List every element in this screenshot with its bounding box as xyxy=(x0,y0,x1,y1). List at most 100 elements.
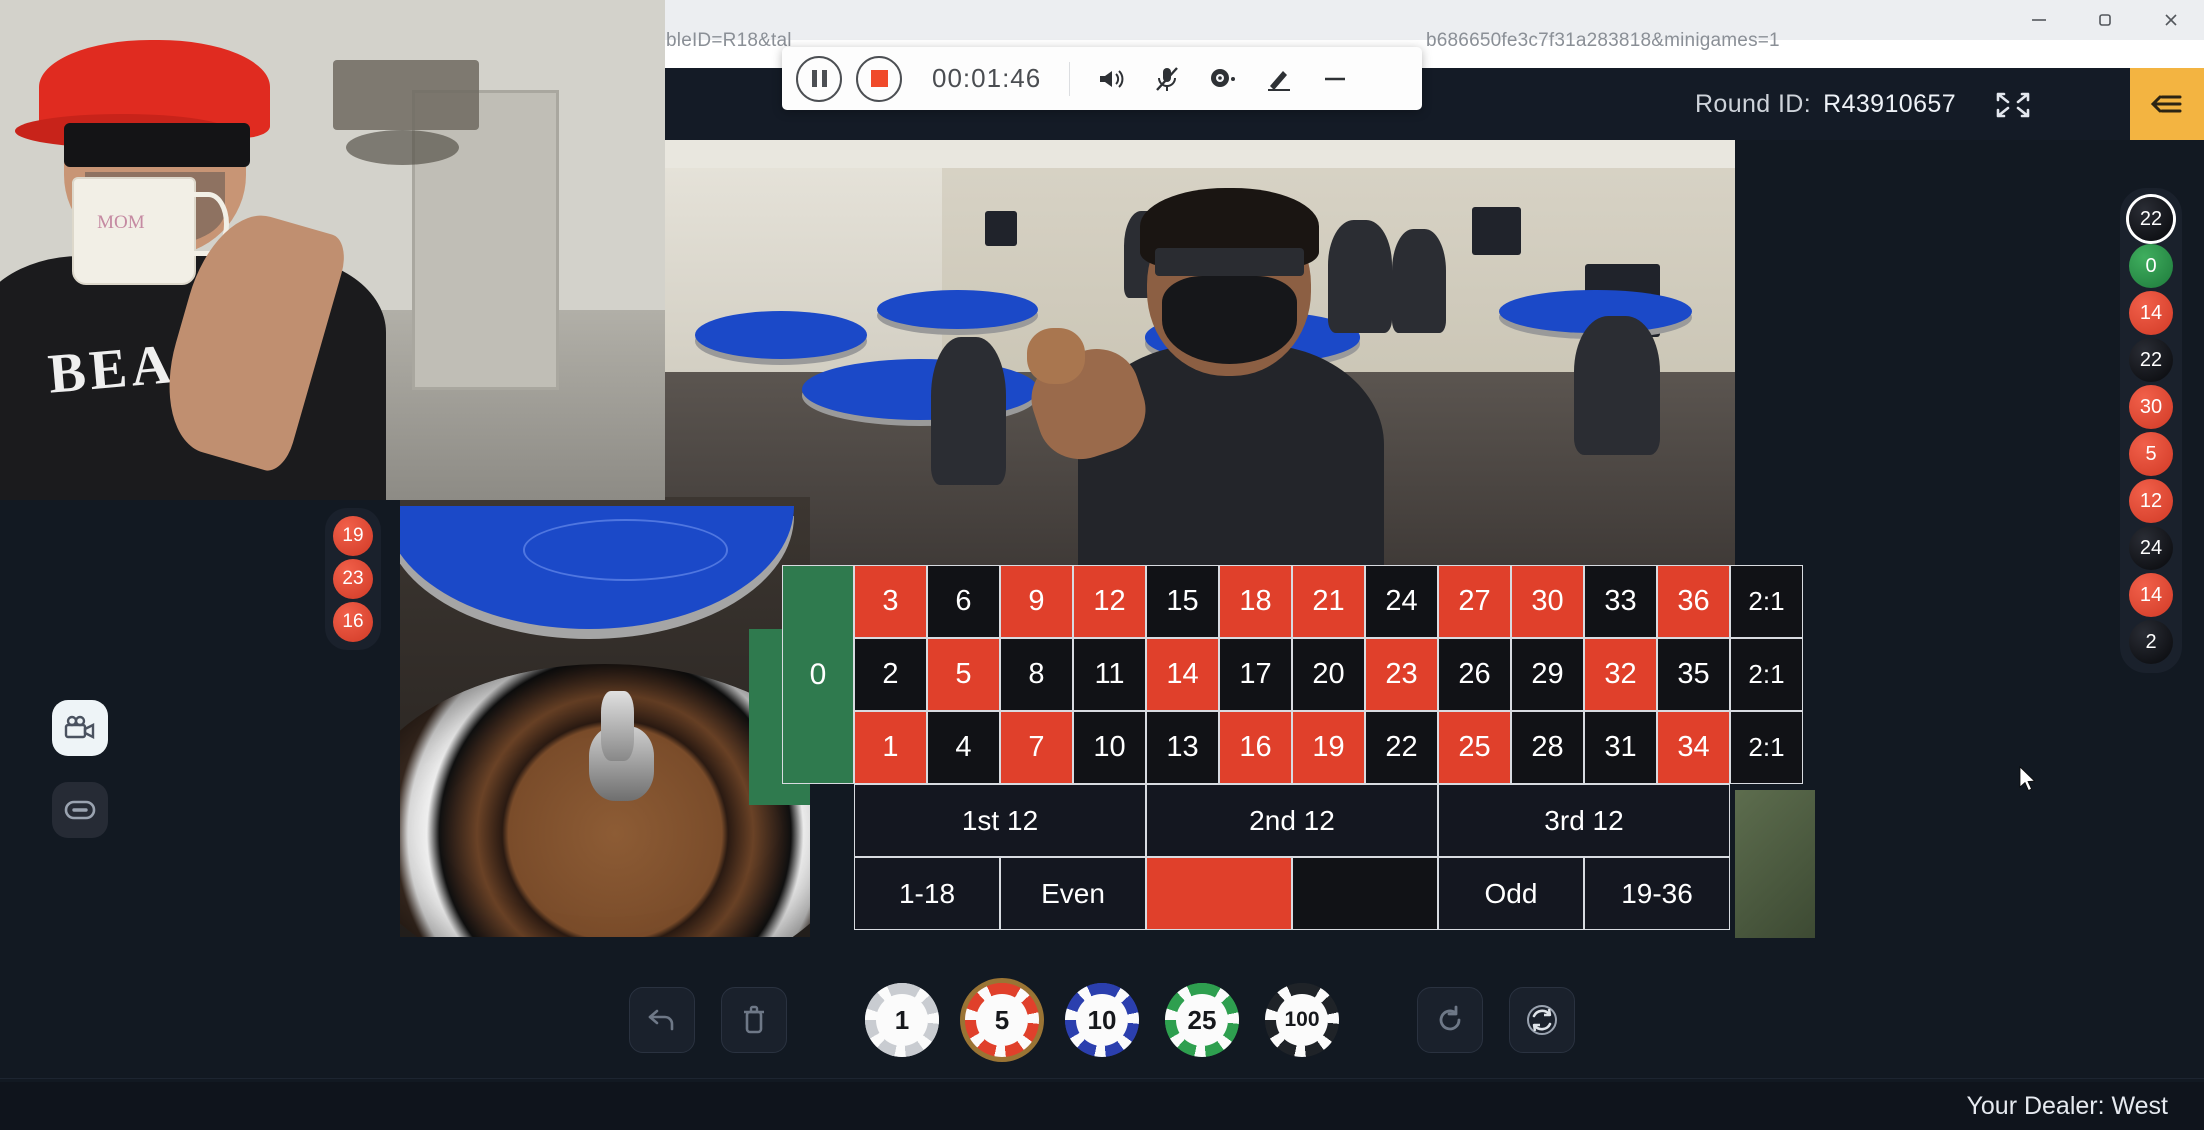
undo-icon[interactable] xyxy=(629,987,695,1053)
bet-cell-29[interactable]: 29 xyxy=(1511,638,1584,711)
history-chip[interactable]: 2 xyxy=(2129,620,2173,664)
trash-icon[interactable] xyxy=(721,987,787,1053)
bet-black[interactable] xyxy=(1292,857,1438,930)
bet-cell-26[interactable]: 26 xyxy=(1438,638,1511,711)
bet-red[interactable] xyxy=(1146,857,1292,930)
bet-cell-4[interactable]: 4 xyxy=(927,711,1000,784)
bet-cell-31[interactable]: 31 xyxy=(1584,711,1657,784)
bet-cell-27[interactable]: 27 xyxy=(1438,565,1511,638)
stop-icon[interactable] xyxy=(856,55,902,102)
bet-cell-6[interactable]: 6 xyxy=(927,565,1000,638)
bet-cell-28[interactable]: 28 xyxy=(1511,711,1584,784)
chip-value: 1 xyxy=(894,1004,910,1035)
round-id-label: Round ID: xyxy=(1694,90,1812,118)
minimize-toolbar-icon[interactable] xyxy=(1320,64,1350,94)
bet-cell-19[interactable]: 19 xyxy=(1292,711,1365,784)
bet-cell-5[interactable]: 5 xyxy=(927,638,1000,711)
chip-value: 5 xyxy=(994,1004,1010,1035)
chip-1[interactable]: 1 xyxy=(865,983,939,1057)
bet-cell-13[interactable]: 13 xyxy=(1146,711,1219,784)
app-root: bleID=R18&tal b686650fe3c7f31a283818&min… xyxy=(0,0,2204,1130)
fullscreen-icon[interactable] xyxy=(1992,88,2034,122)
round-id-value: R43910657 xyxy=(1823,90,1956,118)
collapse-menu-icon[interactable] xyxy=(2130,68,2204,140)
chip-face: 10 xyxy=(1076,994,1128,1046)
bet-cell-35[interactable]: 35 xyxy=(1657,638,1730,711)
history-chip[interactable]: 24 xyxy=(2129,526,2173,570)
chip-oval-icon[interactable] xyxy=(52,782,108,838)
bet-cell-21[interactable]: 21 xyxy=(1292,565,1365,638)
microphone-muted-icon[interactable] xyxy=(1152,64,1182,94)
bet-cell-column-2to1[interactable]: 2:1 xyxy=(1730,565,1803,638)
history-chip[interactable]: 30 xyxy=(2129,385,2173,429)
bet-cell-23[interactable]: 23 xyxy=(1365,638,1438,711)
bet-cell-9[interactable]: 9 xyxy=(1000,565,1073,638)
chip-face: 5 xyxy=(976,994,1028,1046)
bet-cell-10[interactable]: 10 xyxy=(1073,711,1146,784)
repeat-icon[interactable] xyxy=(1417,987,1483,1053)
bet-cell-33[interactable]: 33 xyxy=(1584,565,1657,638)
screen-recorder-toolbar: 00:01:46 xyxy=(782,47,1422,110)
recording-timer: 00:01:46 xyxy=(932,63,1042,93)
history-chip[interactable]: 22 xyxy=(2129,338,2173,382)
history-chip[interactable]: 23 xyxy=(333,559,373,599)
video-camera-icon[interactable] xyxy=(52,700,108,756)
history-chip[interactable]: 14 xyxy=(2129,573,2173,617)
history-chip[interactable]: 5 xyxy=(2129,432,2173,476)
bet-cell-22[interactable]: 22 xyxy=(1365,711,1438,784)
history-chip[interactable]: 16 xyxy=(333,602,373,642)
history-chip[interactable]: 22 xyxy=(2129,197,2173,241)
bet-cell-34[interactable]: 34 xyxy=(1657,711,1730,784)
bet-cell-7[interactable]: 7 xyxy=(1000,711,1073,784)
chip-5[interactable]: 5 xyxy=(965,983,1039,1057)
bet-cell-20[interactable]: 20 xyxy=(1292,638,1365,711)
chip-10[interactable]: 10 xyxy=(1065,983,1139,1057)
bet-cell-32[interactable]: 32 xyxy=(1584,638,1657,711)
bet-cell-zero[interactable]: 0 xyxy=(782,565,854,784)
history-chip[interactable]: 12 xyxy=(2129,479,2173,523)
history-panel-right: 22 0 14 22 30 5 12 24 14 2 xyxy=(2120,188,2182,673)
history-chip[interactable]: 19 xyxy=(333,516,373,556)
betting-grid: 3 6 9 12 15 18 21 24 27 30 33 36 2:1 2 5 8 11 14 17 20 23 26 2… xyxy=(854,565,1803,784)
bet-cell-16[interactable]: 16 xyxy=(1219,711,1292,784)
bet-cell-column-2to1[interactable]: 2:1 xyxy=(1730,638,1803,711)
bet-cell-1[interactable]: 1 xyxy=(854,711,927,784)
history-chip[interactable]: 14 xyxy=(2129,291,2173,335)
chip-face: 1 xyxy=(876,994,928,1046)
bet-even[interactable]: Even xyxy=(1000,857,1146,930)
bet-cell-12[interactable]: 12 xyxy=(1073,565,1146,638)
bet-cell-25[interactable]: 25 xyxy=(1438,711,1511,784)
bet-cell-30[interactable]: 30 xyxy=(1511,565,1584,638)
bet-cell-36[interactable]: 36 xyxy=(1657,565,1730,638)
bet-19-36[interactable]: 19-36 xyxy=(1584,857,1730,930)
bet-cell-11[interactable]: 11 xyxy=(1073,638,1146,711)
bottom-bar: Your Dealer: West xyxy=(0,1082,2204,1130)
double-repeat-icon[interactable] xyxy=(1509,987,1575,1053)
chip-tray: 1 5 10 25 100 xyxy=(0,960,2204,1080)
bet-cell-2[interactable]: 2 xyxy=(854,638,927,711)
webcam-icon[interactable] xyxy=(1208,64,1238,94)
bet-dozen-2nd-12[interactable]: 2nd 12 xyxy=(1146,784,1438,857)
bet-cell-15[interactable]: 15 xyxy=(1146,565,1219,638)
chip-face: 25 xyxy=(1176,994,1228,1046)
bet-1-18[interactable]: 1-18 xyxy=(854,857,1000,930)
pen-icon[interactable] xyxy=(1264,64,1294,94)
speaker-icon[interactable] xyxy=(1096,64,1126,94)
chip-100[interactable]: 100 xyxy=(1265,983,1339,1057)
history-panel-left: 19 23 16 xyxy=(325,508,381,650)
bet-cell-8[interactable]: 8 xyxy=(1000,638,1073,711)
pause-icon[interactable] xyxy=(796,55,842,102)
history-chip[interactable]: 0 xyxy=(2129,244,2173,288)
recorder-tools xyxy=(1096,64,1350,94)
bet-dozen-3rd-12[interactable]: 3rd 12 xyxy=(1438,784,1730,857)
bet-cell-column-2to1[interactable]: 2:1 xyxy=(1730,711,1803,784)
bet-cell-14[interactable]: 14 xyxy=(1146,638,1219,711)
bet-cell-17[interactable]: 17 xyxy=(1219,638,1292,711)
bet-dozen-1st-12[interactable]: 1st 12 xyxy=(854,784,1146,857)
bet-odd[interactable]: Odd xyxy=(1438,857,1584,930)
bet-cell-24[interactable]: 24 xyxy=(1365,565,1438,638)
bet-cell-3[interactable]: 3 xyxy=(854,565,927,638)
betting-table: 0 3 6 9 12 15 18 21 24 27 30 33 36 2:1 2 5 8 11 14 17 20 23 2… xyxy=(782,565,1803,930)
chip-25[interactable]: 25 xyxy=(1165,983,1239,1057)
bet-cell-18[interactable]: 18 xyxy=(1219,565,1292,638)
